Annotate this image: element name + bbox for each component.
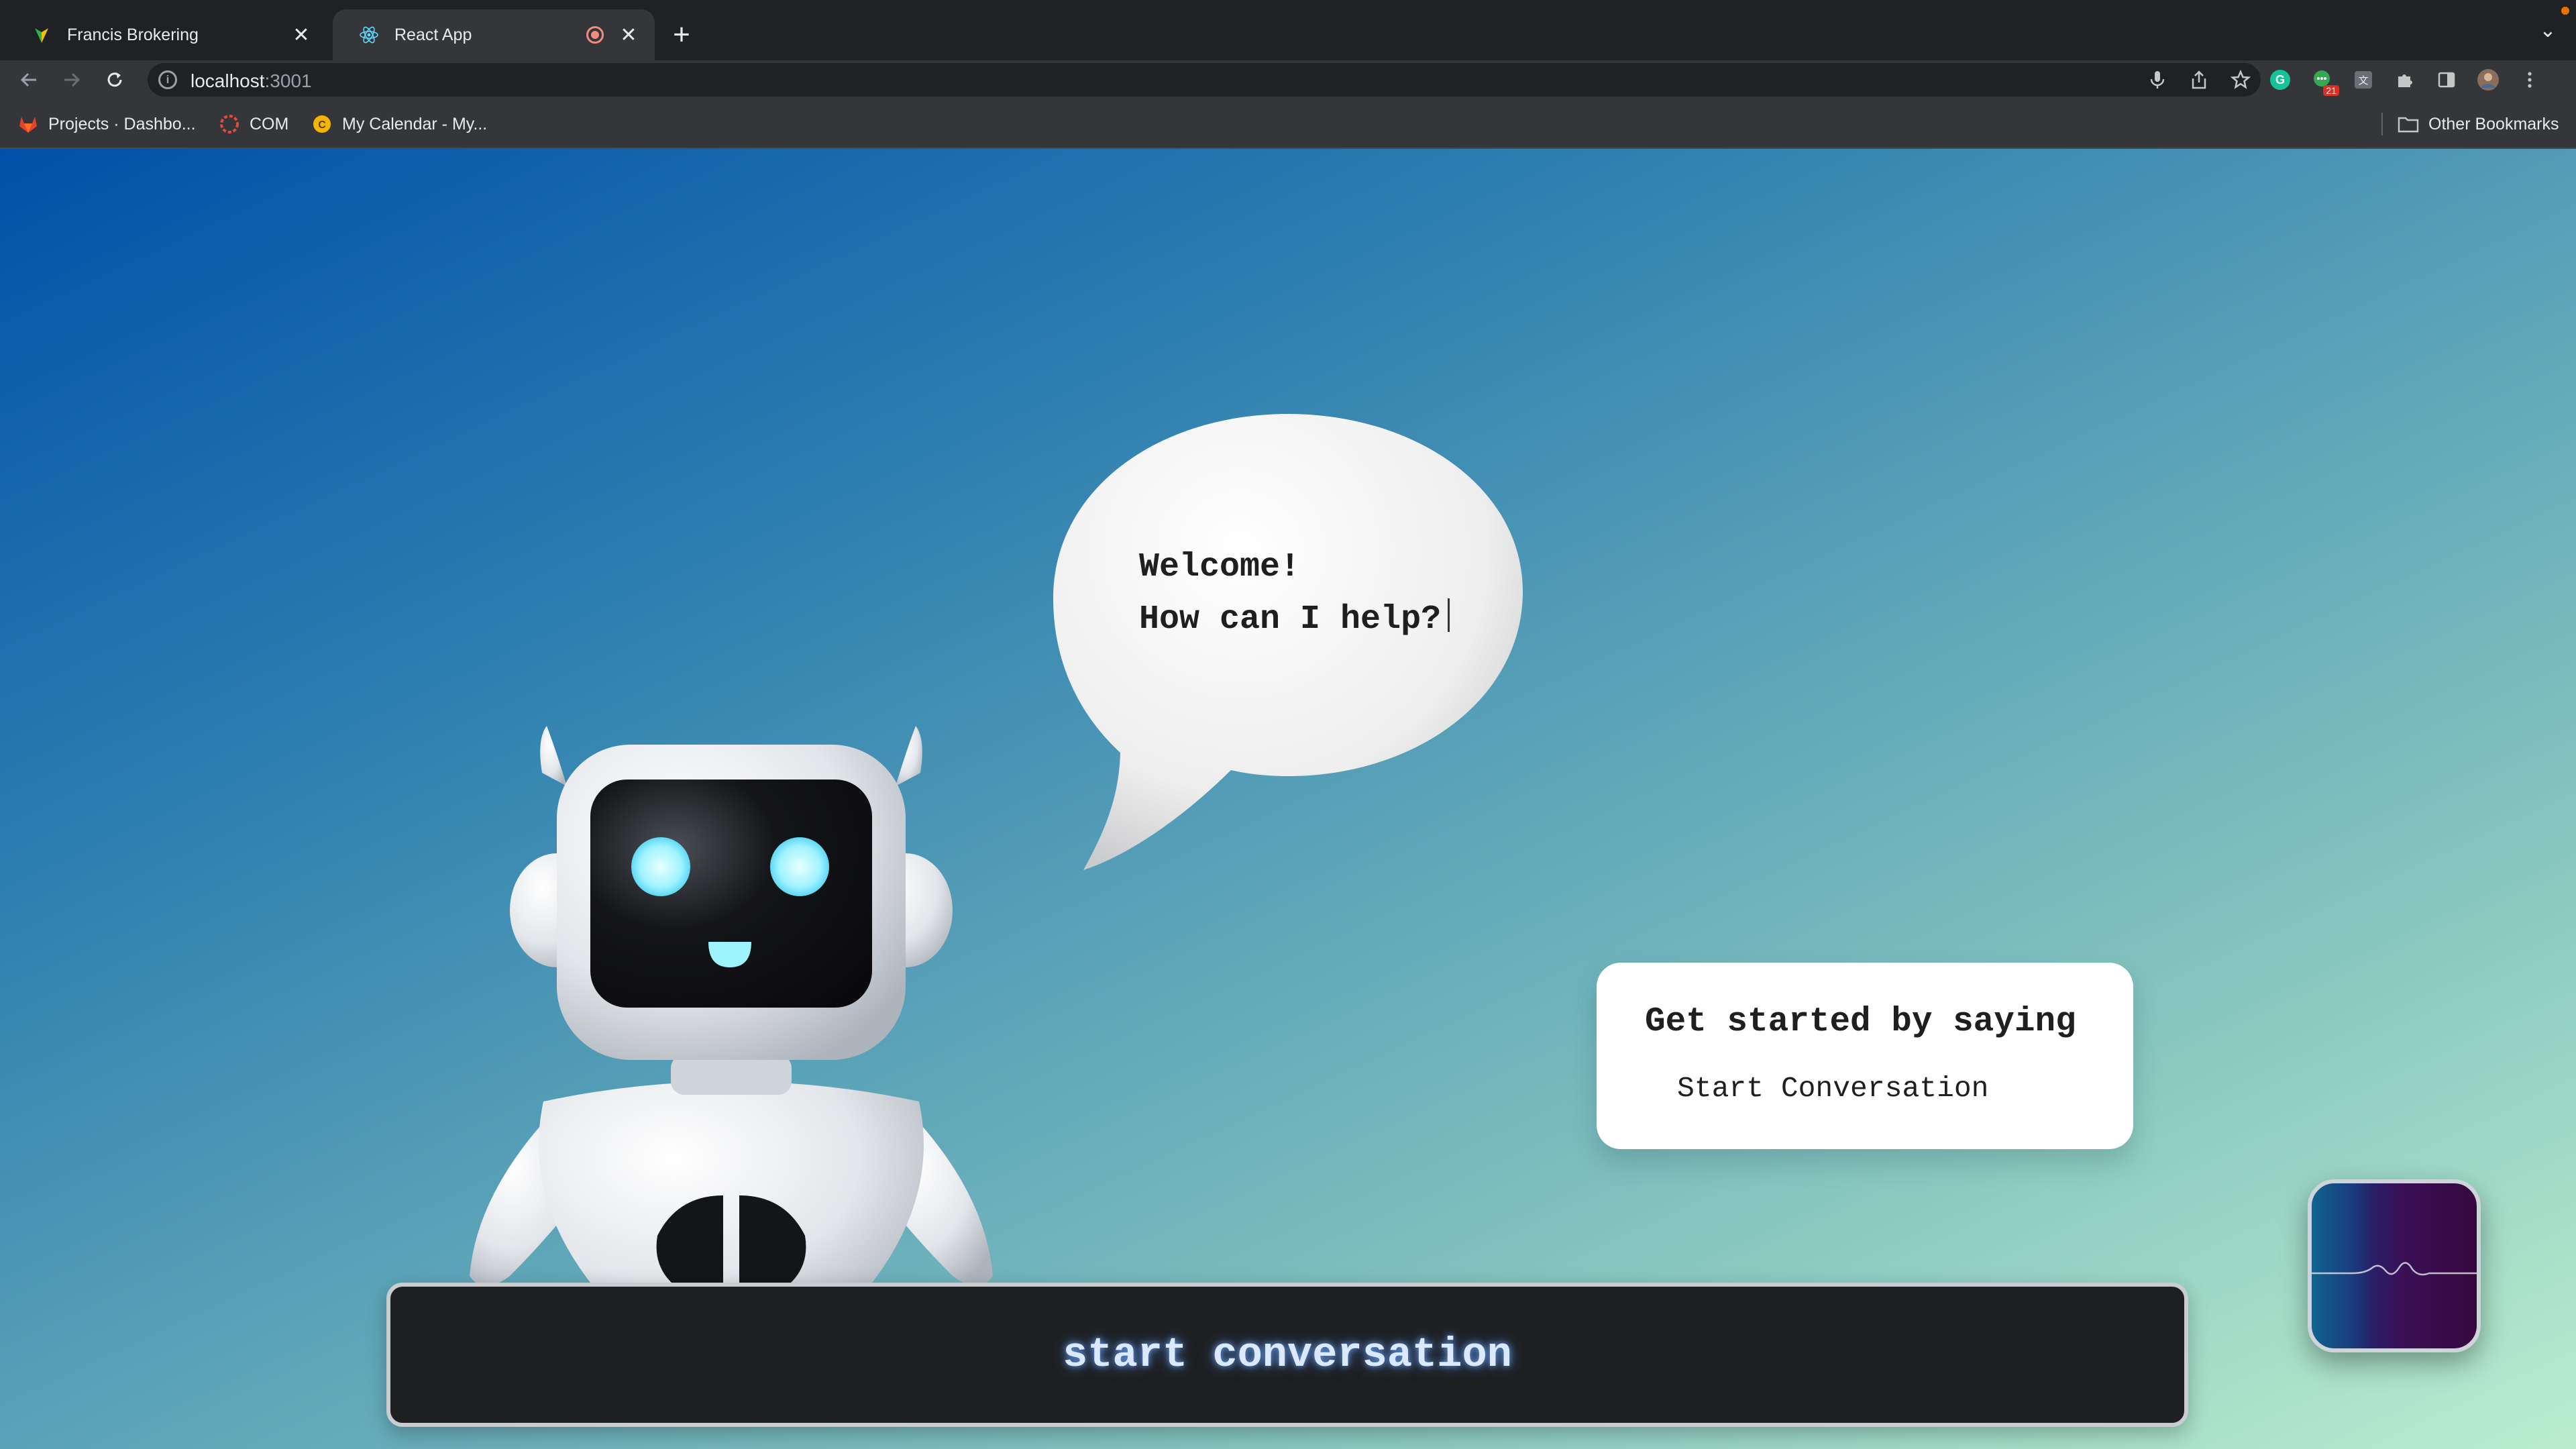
tab-title: Francis Brokering <box>67 25 199 44</box>
bookmark-com[interactable]: COM <box>219 111 288 137</box>
new-tab-button[interactable]: + <box>664 17 699 52</box>
chat-extension-icon[interactable]: 21 <box>2306 64 2339 96</box>
calendar-icon: C <box>311 113 333 135</box>
svg-text:文: 文 <box>2358 75 2368 87</box>
react-icon <box>358 24 380 46</box>
url-text: localhost:3001 <box>191 70 312 91</box>
svg-text:C: C <box>318 119 326 131</box>
chevron-down-icon[interactable]: ⌄ <box>2534 19 2561 46</box>
puzzle-extensions-icon[interactable] <box>2389 64 2421 96</box>
translate-extension-icon[interactable]: 文 <box>2347 64 2379 96</box>
tab-react-app[interactable]: React App ✕ <box>333 9 655 60</box>
svg-text:G: G <box>2275 73 2285 87</box>
bookmark-separator <box>2381 113 2383 136</box>
hint-card: Get started by saying Start Conversation <box>1597 963 2133 1149</box>
start-conversation-button[interactable]: start conversation <box>386 1283 2188 1427</box>
green-yellow-logo-icon <box>31 24 52 46</box>
app-page: Welcome! How can I help? Get started by … <box>0 149 2576 1449</box>
microphone-icon[interactable] <box>2144 66 2171 93</box>
waveform-icon <box>2312 1262 2477 1276</box>
update-dot-icon <box>2561 7 2569 15</box>
side-panel-icon[interactable] <box>2430 64 2463 96</box>
grammarly-icon[interactable]: G <box>2264 64 2296 96</box>
close-icon[interactable]: ✕ <box>290 23 313 46</box>
hint-phrase: Start Conversation <box>1677 1072 1989 1105</box>
bubble-line-2: How can I help? <box>1139 600 1442 639</box>
start-conversation-label: start conversation <box>1063 1331 1512 1379</box>
info-icon[interactable]: i <box>158 70 177 89</box>
speech-bubble <box>1053 414 1523 870</box>
forward-arrow-icon[interactable] <box>56 64 87 95</box>
share-icon[interactable] <box>2186 66 2212 93</box>
kebab-menu-icon[interactable] <box>2514 64 2546 96</box>
recording-icon <box>586 26 604 44</box>
robot-illustration <box>470 726 993 1336</box>
folder-icon <box>2398 113 2419 135</box>
profile-avatar-icon[interactable] <box>2472 64 2504 96</box>
tab-strip: Francis Brokering ✕ React App ✕ + ⌄ <box>0 0 2576 60</box>
back-arrow-icon[interactable] <box>13 64 44 95</box>
tab-title: React App <box>394 25 472 44</box>
hint-title: Get started by saying <box>1645 1003 2076 1041</box>
bookmark-projects[interactable]: Projects · Dashbo... <box>17 111 196 137</box>
bubble-line-1: Welcome! <box>1139 548 1301 586</box>
gitlab-icon <box>17 113 39 135</box>
bookmarks-bar: Projects · Dashbo... COM C My Calendar -… <box>0 99 2576 149</box>
other-bookmarks[interactable]: Other Bookmarks <box>2398 111 2559 137</box>
tab-francis-brokering[interactable]: Francis Brokering ✕ <box>5 9 327 60</box>
bubble-message: Welcome! How can I help? <box>1139 541 1450 646</box>
reload-icon[interactable] <box>99 64 130 95</box>
text-caret <box>1448 598 1450 632</box>
red-badge-icon <box>219 113 240 135</box>
bookmark-star-icon[interactable] <box>2227 66 2254 93</box>
address-bar[interactable]: i localhost:3001 <box>148 63 2261 97</box>
close-icon[interactable]: ✕ <box>617 23 640 46</box>
extension-badge: 21 <box>2323 85 2339 96</box>
browser-toolbar: i localhost:3001 G 21 文 <box>0 60 2576 99</box>
bookmark-calendar[interactable]: C My Calendar - My... <box>311 111 487 137</box>
voice-waveform-button[interactable] <box>2308 1179 2481 1352</box>
